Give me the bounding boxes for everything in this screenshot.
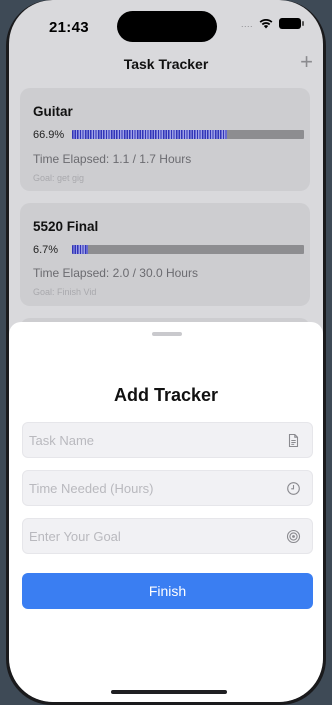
tracker-title: 5520 Final [33,219,99,234]
status-icons: .... [240,18,304,29]
add-tracker-sheet: Add Tracker Task Name Time Needed (Hours… [9,322,323,702]
finish-button[interactable]: Finish [22,573,313,609]
task-name-input[interactable] [23,423,312,457]
document-icon [288,433,299,448]
target-icon [286,529,301,544]
sheet-title: Add Tracker [113,385,219,405]
tracker-title: Guitar [33,104,73,119]
signal-dots: .... [240,18,253,29]
wifi-icon [259,18,273,29]
task-name-field[interactable] [22,422,313,458]
goal-input[interactable] [23,519,312,553]
plus-icon[interactable]: + [300,51,313,73]
tracker-progress-bar [72,245,304,254]
status-time: 21:43 [49,19,89,36]
tracker-goal: Goal: Finish Vid [33,287,97,297]
tracker-percent: 6.7% [33,244,59,256]
page-title: Task Tracker [123,56,209,72]
tracker-percent: 66.9% [33,129,65,141]
clock-icon [287,482,300,495]
battery-icon [279,18,304,29]
sheet-grabber[interactable] [152,332,182,336]
tracker-goal: Goal: get gig [33,173,85,183]
screen: 21:43 .... Task Tracker + Guitar 66.9% T… [9,0,323,702]
tracker-elapsed: Time Elapsed: 1.1 / 1.7 Hours [33,152,192,166]
tracker-card[interactable]: Guitar 66.9% Time Elapsed: 1.1 / 1.7 Hou… [20,88,310,191]
time-needed-input[interactable] [23,471,312,505]
home-indicator[interactable] [111,690,227,694]
time-needed-field[interactable] [22,470,313,506]
dynamic-island [117,11,217,42]
tracker-progress-fill [72,130,228,139]
tracker-card[interactable]: 5520 Final 6.7% Time Elapsed: 2.0 / 30.0… [20,203,310,306]
tracker-progress-fill [72,245,88,254]
tracker-elapsed: Time Elapsed: 2.0 / 30.0 Hours [33,266,198,280]
phone-frame: 21:43 .... Task Tracker + Guitar 66.9% T… [6,0,326,705]
goal-field[interactable] [22,518,313,554]
tracker-progress-bar [72,130,304,139]
